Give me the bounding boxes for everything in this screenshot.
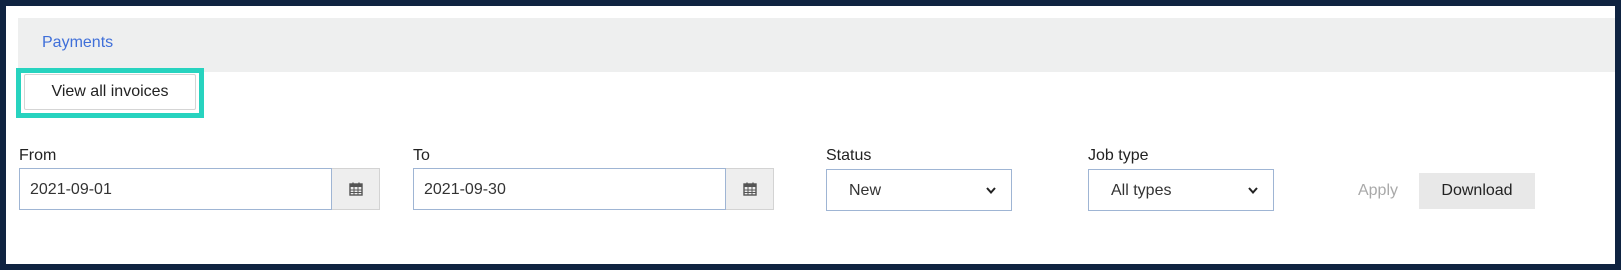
download-button[interactable]: Download xyxy=(1419,173,1535,209)
status-label: Status xyxy=(826,147,872,164)
job-type-select[interactable]: All types xyxy=(1088,169,1274,211)
apply-button[interactable]: Apply xyxy=(1339,173,1417,209)
to-label: To xyxy=(413,147,430,164)
status-select[interactable]: New xyxy=(826,169,1012,211)
status-selected-value: New xyxy=(849,182,882,199)
from-calendar-button[interactable] xyxy=(332,168,380,210)
page-frame: Payments View all invoices From 2021-09-… xyxy=(0,0,1621,270)
from-date-input[interactable]: 2021-09-01 xyxy=(19,168,332,210)
chevron-down-icon xyxy=(1248,187,1258,195)
breadcrumb-link-payments[interactable]: Payments xyxy=(42,34,113,52)
chevron-down-icon xyxy=(986,187,996,195)
breadcrumb: Payments xyxy=(18,18,1615,72)
to-date-value: 2021-09-30 xyxy=(424,181,506,198)
view-all-invoices-button[interactable]: View all invoices xyxy=(24,74,196,110)
to-date-input[interactable]: 2021-09-30 xyxy=(413,168,726,210)
from-date-value: 2021-09-01 xyxy=(30,181,112,198)
calendar-icon xyxy=(348,182,363,196)
from-label: From xyxy=(19,147,57,164)
calendar-icon xyxy=(742,182,757,196)
job-type-selected-value: All types xyxy=(1111,182,1172,199)
to-calendar-button[interactable] xyxy=(726,168,774,210)
job-type-label: Job type xyxy=(1088,147,1149,164)
